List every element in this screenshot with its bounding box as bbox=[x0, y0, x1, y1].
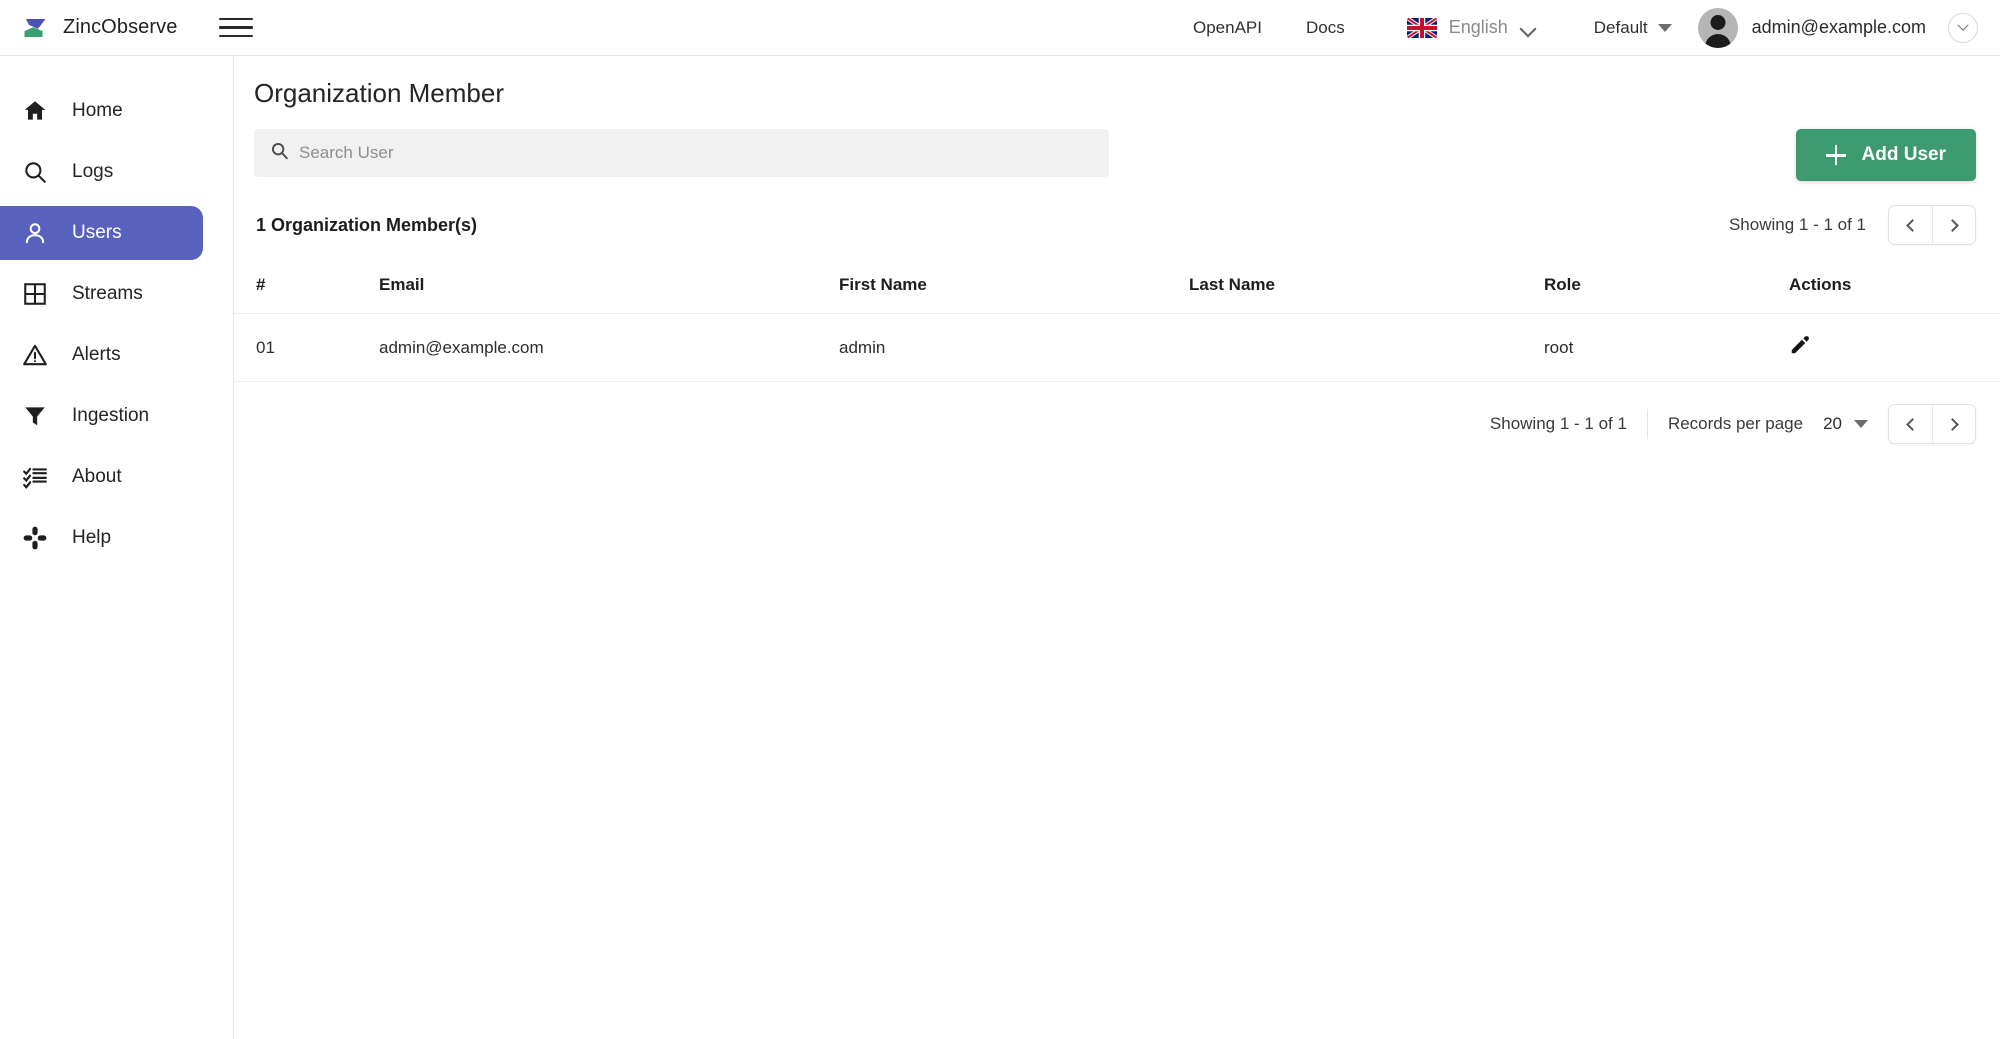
cell-first-name: admin bbox=[839, 313, 1189, 382]
records-per-page-select[interactable]: 20 bbox=[1823, 414, 1868, 434]
members-table-head: # Email First Name Last Name Role Action… bbox=[234, 261, 1999, 314]
docs-link[interactable]: Docs bbox=[1284, 18, 1367, 38]
table-header-row: # Email First Name Last Name Role Action… bbox=[234, 261, 1999, 314]
account-chevron-down-icon[interactable] bbox=[1948, 12, 1978, 43]
main-content: Organization Member Add User 1 Organizat… bbox=[234, 56, 2000, 1039]
hamburger-menu-icon[interactable] bbox=[219, 13, 254, 43]
column-header-email[interactable]: Email bbox=[379, 261, 839, 314]
cell-email: admin@example.com bbox=[379, 313, 839, 382]
edit-pencil-icon[interactable] bbox=[1789, 334, 1811, 356]
help-slack-icon bbox=[20, 523, 50, 553]
chevron-down-icon bbox=[1520, 23, 1536, 33]
sidebar-item-label: Home bbox=[72, 100, 123, 121]
top-prev-page-button[interactable] bbox=[1889, 206, 1932, 244]
cell-actions bbox=[1789, 313, 1999, 382]
search-icon bbox=[270, 141, 289, 165]
chevron-right-icon bbox=[1946, 417, 1959, 431]
user-icon bbox=[20, 218, 50, 248]
toolbar: Add User bbox=[234, 109, 2000, 181]
plus-icon bbox=[1825, 145, 1846, 165]
top-pagination: Showing 1 - 1 of 1 bbox=[1729, 205, 1976, 245]
bottom-showing-text: Showing 1 - 1 of 1 bbox=[1489, 414, 1627, 433]
search-input[interactable] bbox=[299, 129, 1093, 177]
hamburger-line bbox=[219, 34, 254, 38]
organization-selector[interactable]: Default bbox=[1558, 18, 1698, 38]
search-icon bbox=[20, 157, 50, 187]
sidebar-item-users[interactable]: Users bbox=[0, 206, 203, 260]
column-header-actions: Actions bbox=[1789, 261, 1999, 314]
add-user-button[interactable]: Add User bbox=[1795, 129, 1976, 181]
member-count-label: 1 Organization Member(s) bbox=[256, 214, 478, 235]
sidebar-item-logs[interactable]: Logs bbox=[0, 145, 203, 199]
grid-icon bbox=[20, 279, 50, 309]
cell-num: 01 bbox=[234, 313, 379, 382]
openapi-link[interactable]: OpenAPI bbox=[1171, 18, 1284, 38]
warning-triangle-icon bbox=[20, 340, 50, 370]
results-summary-row: 1 Organization Member(s) Showing 1 - 1 o… bbox=[234, 181, 2000, 245]
checklist-icon bbox=[20, 462, 50, 492]
hamburger-line bbox=[219, 17, 254, 21]
bottom-pagination: Showing 1 - 1 of 1 Records per page 20 bbox=[234, 382, 2000, 444]
cell-role: root bbox=[1544, 313, 1789, 382]
bottom-prev-page-button[interactable] bbox=[1889, 405, 1932, 443]
organization-label: Default bbox=[1593, 17, 1648, 37]
home-icon bbox=[20, 96, 50, 126]
page-title: Organization Member bbox=[254, 78, 504, 108]
account-email: admin@example.com bbox=[1751, 17, 1926, 37]
sidebar-item-about[interactable]: About bbox=[0, 450, 203, 504]
top-pagination-buttons bbox=[1888, 205, 1976, 245]
brand[interactable]: ZincObserve bbox=[20, 13, 177, 43]
caret-down-icon bbox=[1657, 23, 1672, 32]
bottom-pagination-buttons bbox=[1888, 404, 1976, 444]
records-per-page-label: Records per page bbox=[1667, 414, 1804, 433]
sidebar-item-label: Alerts bbox=[72, 344, 121, 365]
column-header-first-name[interactable]: First Name bbox=[839, 261, 1189, 314]
uk-flag-icon bbox=[1406, 17, 1437, 38]
sidebar-item-streams[interactable]: Streams bbox=[0, 267, 203, 321]
records-per-page-value: 20 bbox=[1823, 414, 1842, 433]
column-header-num[interactable]: # bbox=[234, 261, 379, 314]
brand-name: ZincObserve bbox=[63, 16, 178, 38]
pagination-divider bbox=[1646, 409, 1648, 439]
column-header-role[interactable]: Role bbox=[1544, 261, 1789, 314]
sidebar: Home Logs Users Streams Alerts Ingestion bbox=[0, 56, 234, 1039]
bottom-next-page-button[interactable] bbox=[1932, 405, 1975, 443]
top-header-bar: ZincObserve OpenAPI Docs English Default… bbox=[0, 0, 2000, 56]
zincobserve-logo-icon bbox=[20, 13, 50, 43]
sidebar-item-help[interactable]: Help bbox=[0, 511, 203, 565]
chevron-right-icon bbox=[1946, 218, 1959, 232]
sidebar-item-label: Logs bbox=[72, 161, 114, 182]
hamburger-line bbox=[219, 26, 254, 29]
chevron-left-icon bbox=[1905, 218, 1919, 232]
funnel-icon bbox=[20, 401, 50, 431]
sidebar-item-label: Users bbox=[72, 222, 122, 243]
table-row[interactable]: 01 admin@example.com admin root bbox=[234, 313, 1999, 382]
user-avatar-icon bbox=[1697, 7, 1738, 48]
add-user-label: Add User bbox=[1861, 144, 1946, 165]
top-showing-text: Showing 1 - 1 of 1 bbox=[1728, 215, 1866, 234]
top-next-page-button[interactable] bbox=[1932, 206, 1975, 244]
members-table: # Email First Name Last Name Role Action… bbox=[234, 261, 1999, 382]
sidebar-item-home[interactable]: Home bbox=[0, 84, 203, 138]
search-user-box[interactable] bbox=[254, 129, 1109, 177]
sidebar-item-ingestion[interactable]: Ingestion bbox=[0, 389, 203, 443]
header-actions: OpenAPI Docs English Default admin@examp… bbox=[1171, 0, 2000, 55]
chevron-left-icon bbox=[1905, 417, 1919, 431]
column-header-last-name[interactable]: Last Name bbox=[1189, 261, 1544, 314]
sidebar-item-label: Help bbox=[72, 527, 112, 548]
members-table-body: 01 admin@example.com admin root bbox=[234, 313, 1999, 382]
sidebar-item-label: Ingestion bbox=[72, 405, 150, 426]
sidebar-item-label: Streams bbox=[72, 283, 143, 304]
sidebar-item-label: About bbox=[72, 466, 122, 487]
language-selector[interactable]: English bbox=[1367, 17, 1558, 38]
language-label: English bbox=[1448, 17, 1508, 37]
cell-last-name bbox=[1189, 313, 1544, 382]
sidebar-item-alerts[interactable]: Alerts bbox=[0, 328, 203, 382]
caret-down-icon bbox=[1854, 420, 1868, 428]
account-menu[interactable]: admin@example.com bbox=[1697, 7, 1978, 48]
